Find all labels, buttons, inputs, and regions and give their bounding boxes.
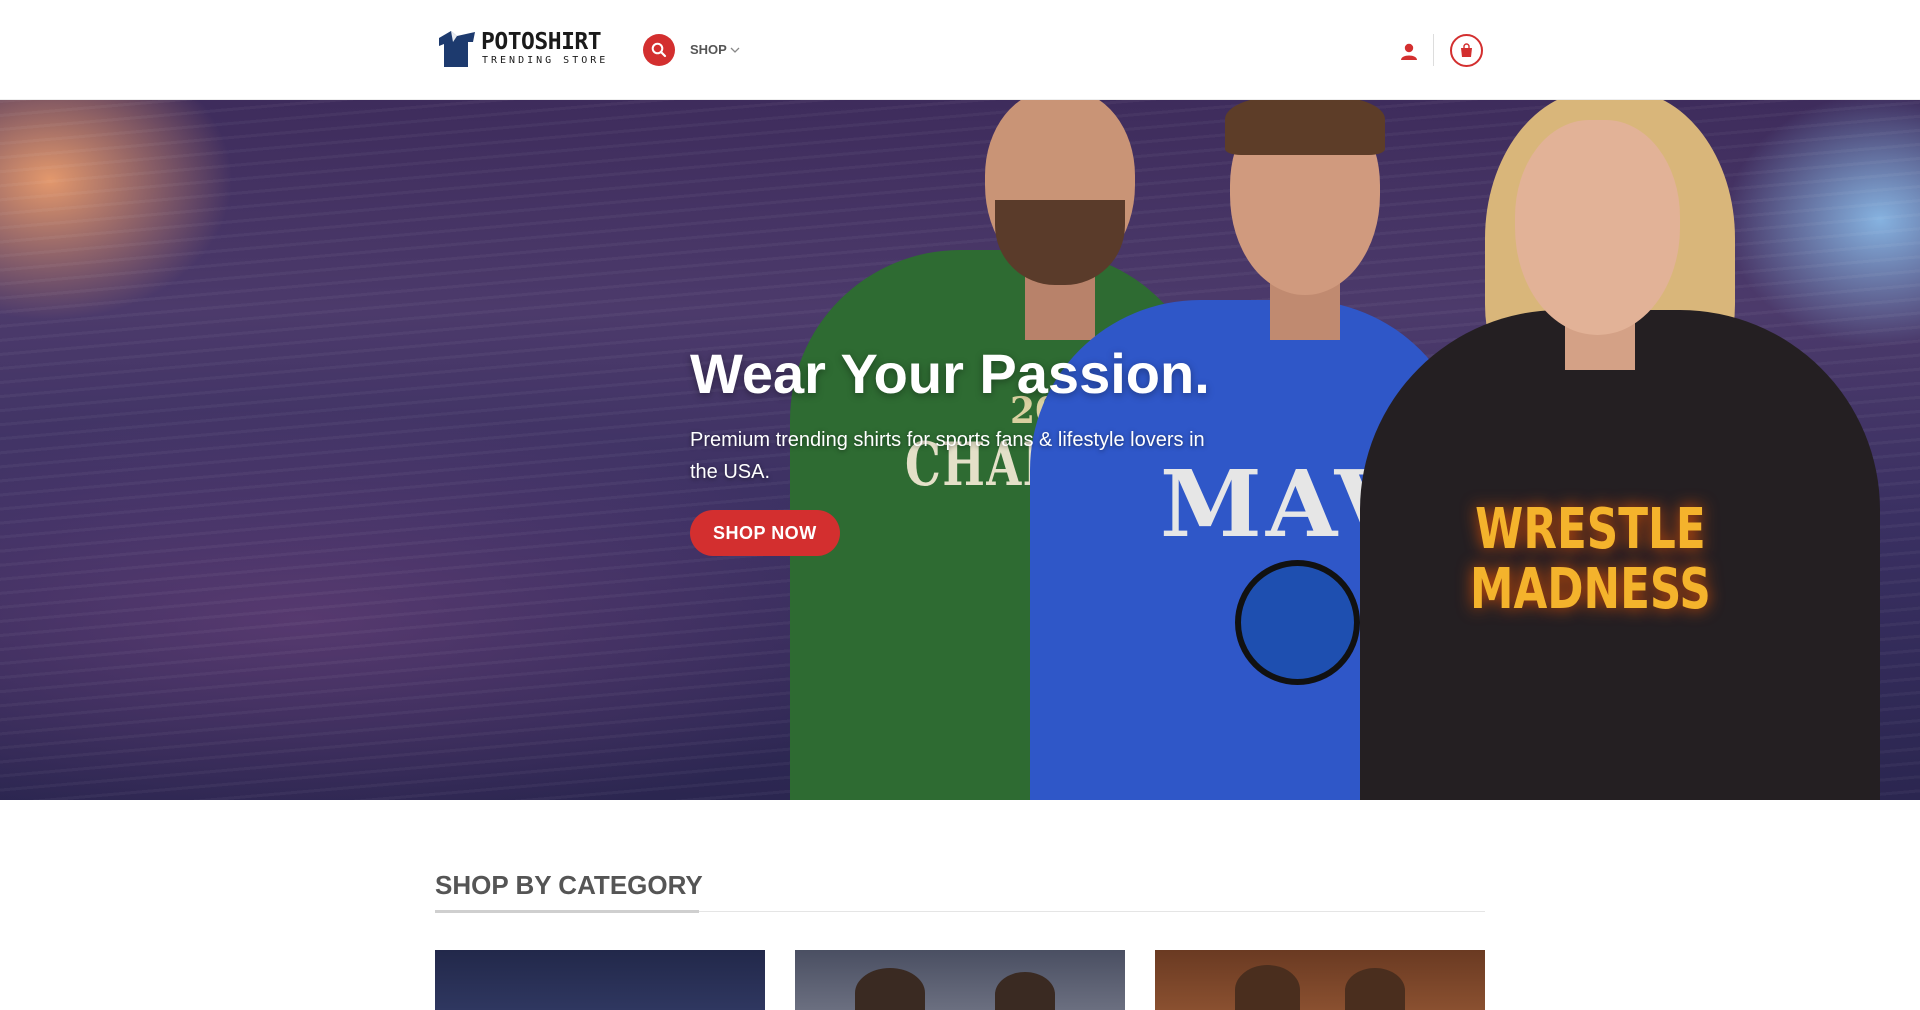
account-button[interactable]	[1398, 40, 1420, 62]
search-button[interactable]	[643, 34, 675, 66]
category-card[interactable]	[435, 950, 765, 1010]
hero-model-hair	[1225, 100, 1385, 155]
tshirt-logo-icon	[439, 31, 475, 67]
shopping-bag-icon	[1461, 43, 1472, 57]
category-model-head	[1235, 965, 1300, 1010]
category-model-head	[1345, 968, 1405, 1010]
category-card[interactable]	[1155, 950, 1485, 1010]
shop-now-button[interactable]: SHOP NOW	[690, 510, 840, 556]
header-divider	[1433, 34, 1434, 66]
logo-tagline: TRENDING STORE	[482, 55, 609, 66]
black-shirt-print-line2: MADNESS	[1470, 557, 1711, 622]
site-header: POTOSHIRT TRENDING STORE SHOP	[0, 0, 1920, 100]
nav-shop-label: SHOP	[690, 42, 727, 57]
black-shirt-print: WRESTLE MADNESS	[1470, 500, 1711, 620]
category-model-head	[995, 972, 1055, 1010]
logo-name: POTOSHIRT	[481, 29, 602, 55]
hero-banner: 2025 CHAMP MAV WRESTLE MADNESS Wear Your…	[0, 100, 1920, 800]
search-icon	[651, 42, 667, 58]
site-logo[interactable]: POTOSHIRT TRENDING STORE	[435, 28, 608, 70]
nav-shop-menu[interactable]: SHOP	[690, 42, 740, 57]
category-model-head	[855, 968, 925, 1010]
black-shirt-print-line1: WRESTLE	[1475, 497, 1706, 562]
hero-title: Wear Your Passion.	[690, 342, 1210, 405]
user-icon	[1401, 43, 1417, 60]
hero-subtitle: Premium trending shirts for sports fans …	[690, 429, 1205, 483]
category-card[interactable]	[795, 950, 1125, 1010]
chevron-down-icon	[730, 47, 740, 53]
hero-model-head	[1515, 120, 1680, 335]
section-title: SHOP BY CATEGORY	[435, 870, 703, 900]
cart-button[interactable]	[1450, 34, 1483, 67]
section-divider-accent	[435, 910, 699, 913]
hero-content: Wear Your Passion. Premium trending shir…	[690, 342, 1230, 556]
team-logo-print	[1235, 560, 1360, 685]
